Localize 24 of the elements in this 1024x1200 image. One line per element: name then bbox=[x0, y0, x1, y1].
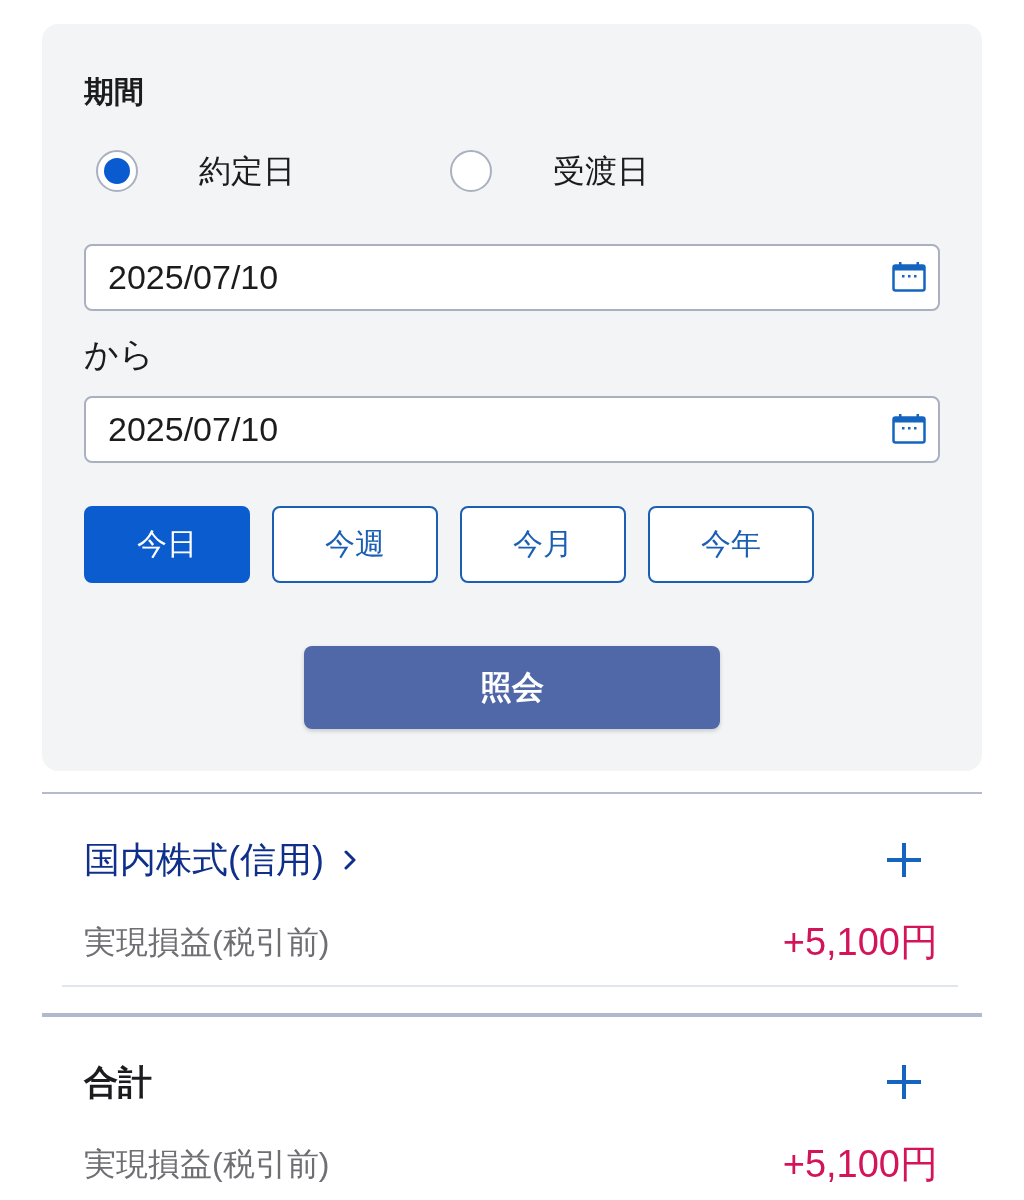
period-preset-button[interactable]: 今年 bbox=[648, 506, 814, 583]
chevron-right-icon bbox=[344, 850, 356, 870]
period-preset-button[interactable]: 今週 bbox=[272, 506, 438, 583]
calendar-icon[interactable] bbox=[892, 262, 926, 292]
section-title: 合計 bbox=[84, 1062, 152, 1103]
period-preset-button[interactable]: 今月 bbox=[460, 506, 626, 583]
plus-icon[interactable] bbox=[886, 1064, 922, 1100]
radio-button[interactable] bbox=[450, 150, 492, 192]
period-label: 期間 bbox=[84, 74, 144, 110]
profit-value: +5,100円 bbox=[782, 920, 938, 965]
inquiry-button[interactable]: 照会 bbox=[304, 646, 720, 729]
period-preset-button[interactable]: 今日 bbox=[84, 506, 250, 583]
radio-label[interactable]: 約定日 bbox=[199, 151, 295, 191]
profit-label: 実現損益(税引前) bbox=[84, 1145, 330, 1184]
calendar-icon[interactable] bbox=[892, 414, 926, 444]
section-link[interactable]: 国内株式(信用) bbox=[84, 838, 356, 882]
profit-label: 実現損益(税引前) bbox=[84, 923, 330, 962]
plus-icon[interactable] bbox=[886, 842, 922, 878]
range-suffix: から bbox=[84, 334, 154, 374]
radio-button[interactable] bbox=[96, 150, 138, 192]
date-field[interactable]: 2025/07/10 bbox=[84, 244, 940, 311]
profit-value: +5,100円 bbox=[782, 1142, 938, 1187]
radio-label[interactable]: 受渡日 bbox=[553, 151, 649, 191]
date-field[interactable]: 2025/07/10 bbox=[84, 396, 940, 463]
